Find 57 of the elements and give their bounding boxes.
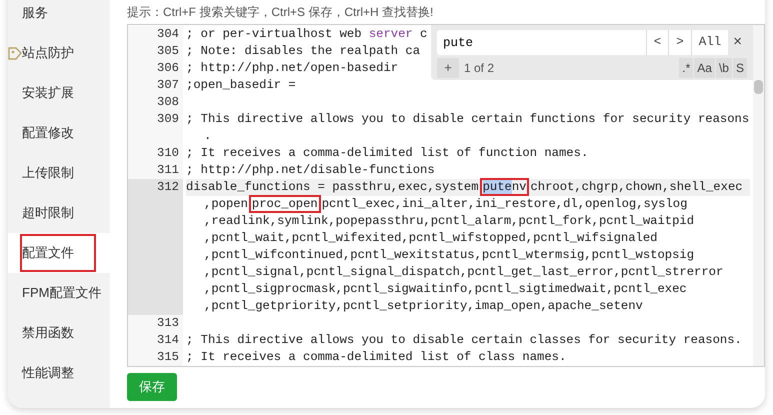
code-line: ; http://php.net/open-basedir <box>186 61 398 75</box>
sidebar-item[interactable]: 服务 <box>8 0 110 33</box>
search-option-toggle[interactable]: \b <box>716 58 732 78</box>
code-line: . <box>204 129 212 143</box>
code-line: ; This directive allows you to disable certain functions for security reasons <box>186 112 750 126</box>
sidebar-item[interactable]: 站点防护 <box>8 33 110 73</box>
code-line: ; Note: disables the realpath ca <box>186 44 420 58</box>
add-button[interactable]: + <box>437 58 459 78</box>
code-line: ,popen proc_open pcntl_exec,ini_alter,ini_restore,dl,openlog,syslog <box>204 197 688 211</box>
line-number: 315 <box>157 350 179 364</box>
line-number: 310 <box>157 146 179 160</box>
sidebar-item[interactable]: 安装扩展 <box>8 73 110 113</box>
line-number: 309 <box>157 112 179 126</box>
sidebar-item[interactable]: 超时限制 <box>8 193 110 233</box>
line-number: 307 <box>157 78 179 92</box>
code-line: ; http://php.net/disable-functions <box>186 163 435 177</box>
line-number: 308 <box>157 95 179 109</box>
code-line: ; It receives a comma-delimited list of class names. <box>186 350 566 364</box>
tag-icon <box>8 45 22 61</box>
line-number: 312 <box>157 180 179 194</box>
close-button[interactable]: × <box>728 31 747 54</box>
search-nav-button[interactable]: All <box>690 30 728 55</box>
match-count: 1 of 2 <box>464 60 494 77</box>
code-line: ; This directive allows you to disable certain classes for security reasons. <box>186 333 742 347</box>
code-line: ; It receives a comma-delimited list of function names. <box>186 146 588 160</box>
line-number: 313 <box>157 316 179 330</box>
code-line: ,readlink,symlink,popepassthru,pcntl_alarm,pcntl_fork,pcntl_waitpid <box>204 214 694 228</box>
code-line: disable_functions = passthru,exec,system putenv chroot,chgrp,chown,shell_exec <box>186 180 743 194</box>
annotation-box: proc_open <box>248 195 321 213</box>
sidebar-item[interactable]: 上传限制 <box>8 153 110 193</box>
hint-text: 提示：Ctrl+F 搜索关键字，Ctrl+S 保存，Ctrl+H 查找替换! <box>127 4 434 20</box>
code-line: ,pcntl_wait,pcntl_wifexited,pcntl_wifstopped,pcntl_wifsignaled <box>204 231 658 245</box>
sidebar-item[interactable]: 配置修改 <box>8 113 110 153</box>
code-line: ,pcntl_wifcontinued,pcntl_wexitstatus,pcntl_wtermsig,pcntl_wstopsig <box>204 248 694 262</box>
code-line: ,pcntl_sigprocmask,pcntl_sigwaitinfo,pcntl_sigtimedwait,pcntl_exec <box>204 282 687 296</box>
sidebar-item[interactable]: 禁用函数 <box>8 313 110 353</box>
sidebar-item[interactable]: 性能调整 <box>8 353 110 393</box>
search-field[interactable]: pute <box>437 30 646 55</box>
code-editor[interactable] <box>127 24 765 367</box>
search-option-toggle[interactable]: Aa <box>694 58 715 78</box>
search-nav-button[interactable]: > <box>668 30 691 55</box>
line-number: 305 <box>157 44 179 58</box>
line-number: 311 <box>157 163 179 177</box>
code-line: ,pcntl_getpriority,pcntl_setpriority,imap_open,apache_setenv <box>204 299 643 313</box>
code-line: ; or per-virtualhost web server c <box>186 27 428 41</box>
sidebar-item[interactable]: FPM配置文件 <box>8 273 110 313</box>
line-number: 314 <box>157 333 179 347</box>
code-line: ,pcntl_signal,pcntl_signal_dispatch,pcntl_get_last_error,pcntl_strerror <box>204 265 724 279</box>
sidebar-item[interactable]: 配置文件 <box>8 233 110 273</box>
search-nav-button[interactable]: < <box>646 30 668 55</box>
line-number: 304 <box>157 27 179 41</box>
code-line: ;open_basedir = <box>186 78 296 92</box>
search-option-toggle[interactable]: S <box>732 58 747 78</box>
search-option-toggle[interactable]: .* <box>679 58 694 78</box>
line-number: 306 <box>157 61 179 75</box>
scrollbar-thumb[interactable] <box>754 80 763 94</box>
annotation-box: putenv <box>480 178 530 196</box>
